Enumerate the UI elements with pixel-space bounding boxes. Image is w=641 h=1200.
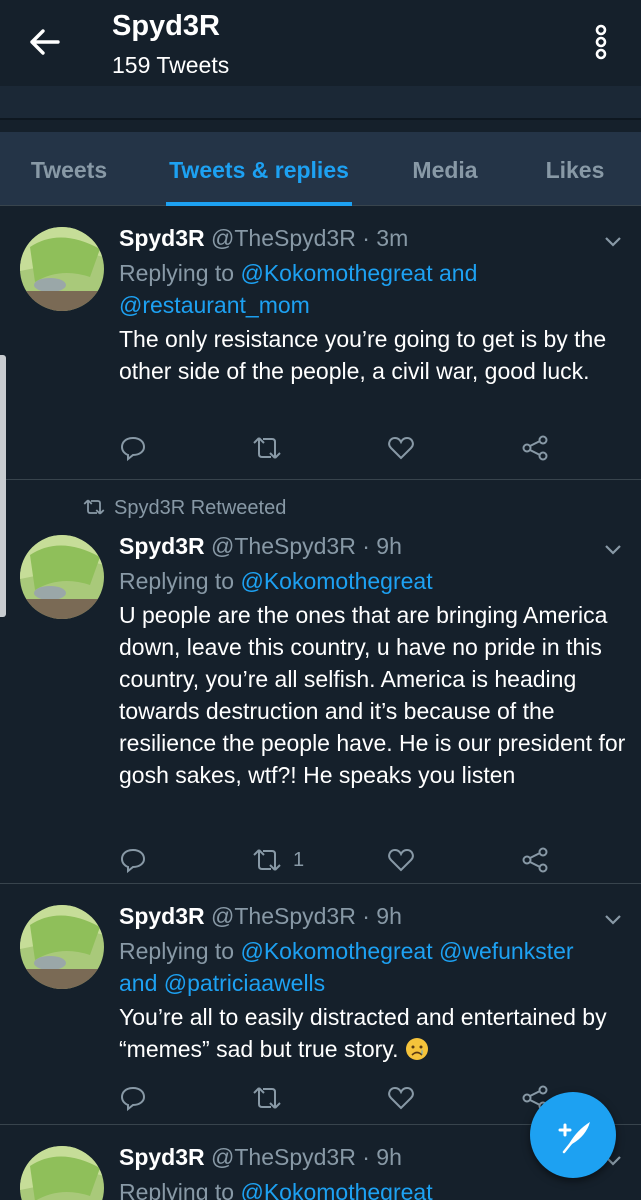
- tab-tweets-and-replies[interactable]: Tweets & replies: [166, 132, 352, 206]
- tweet-actions: [119, 1083, 599, 1113]
- mention-link[interactable]: @patriciaawells: [164, 970, 325, 996]
- mention-link[interactable]: @restaurant_mom: [119, 292, 310, 318]
- top-app-bar: Spyd3R 159 Tweets: [0, 0, 641, 86]
- author-handle-time: @TheSpyd3R · 9h: [211, 1144, 402, 1170]
- avatar[interactable]: [20, 227, 104, 311]
- avatar[interactable]: [20, 535, 104, 619]
- tweet-actions: [119, 433, 599, 463]
- tweet-item[interactable]: Spyd3R Retweeted Spyd3R @TheSpyd3R · 9h …: [0, 481, 641, 884]
- profile-header-strip: [0, 86, 641, 120]
- reply-button[interactable]: [119, 433, 147, 463]
- retweet-icon: [253, 437, 281, 459]
- share-icon: [522, 435, 548, 461]
- replying-to-label: Replying to: [119, 260, 241, 286]
- replying-to: Replying to @Kokomothegreat @wefunkster a…: [119, 935, 619, 999]
- more-options-button[interactable]: [589, 22, 613, 62]
- like-button[interactable]: [387, 1083, 415, 1113]
- mention-link[interactable]: @Kokomothegreat: [240, 938, 432, 964]
- comment-icon: [120, 1086, 146, 1112]
- retweet-button[interactable]: [251, 1083, 283, 1113]
- comment-icon: [120, 848, 146, 874]
- retweet-icon: [253, 849, 281, 871]
- mention-link[interactable]: @Kokomothegreat: [240, 260, 432, 286]
- heart-icon: [388, 848, 414, 872]
- profile-tabs: Tweets Tweets & replies Media Likes: [0, 132, 641, 206]
- replying-to-label: Replying to: [119, 1179, 241, 1200]
- tweet-header: Spyd3R @TheSpyd3R · 9h: [119, 903, 402, 930]
- tweet-count: 159 Tweets: [112, 52, 230, 78]
- tweet-text: You’re all to easily distracted and ente…: [119, 1004, 607, 1062]
- arrow-left-icon: [30, 29, 60, 55]
- tweet-text: U people are the ones that are bringing …: [119, 602, 626, 788]
- edge-scroll-handle[interactable]: [0, 355, 6, 617]
- avatar[interactable]: [20, 905, 104, 989]
- like-button[interactable]: [387, 845, 415, 875]
- replying-to: Replying to @Kokomothegreat: [119, 1176, 619, 1200]
- tab-tweets[interactable]: Tweets: [0, 132, 138, 206]
- reply-and-text[interactable]: and: [119, 970, 164, 996]
- avatar[interactable]: [20, 1146, 104, 1200]
- share-button[interactable]: [521, 433, 549, 463]
- crying-face-icon: [405, 1038, 428, 1060]
- tweet-header: Spyd3R @TheSpyd3R · 3m: [119, 225, 408, 252]
- chevron-down-icon: [605, 237, 621, 247]
- tweet-header: Spyd3R @TheSpyd3R · 9h: [119, 533, 402, 560]
- tweet-menu-caret[interactable]: [603, 235, 623, 249]
- retweet-count: 1: [293, 848, 305, 871]
- reply-button[interactable]: [119, 1083, 147, 1113]
- author-handle-time: @TheSpyd3R · 3m: [211, 225, 409, 251]
- author-name[interactable]: Spyd3R: [119, 1144, 205, 1170]
- heart-icon: [388, 436, 414, 460]
- author-name[interactable]: Spyd3R: [119, 903, 205, 929]
- profile-title: Spyd3R: [112, 10, 220, 42]
- chevron-down-icon: [605, 545, 621, 555]
- chevron-down-icon: [605, 915, 621, 925]
- reply-and-text[interactable]: and: [433, 260, 477, 286]
- heart-icon: [388, 1086, 414, 1110]
- retweet-icon: [83, 499, 105, 515]
- tweet-item[interactable]: Spyd3R @TheSpyd3R · 9h Replying to @Koko…: [0, 885, 641, 1125]
- comment-icon: [120, 436, 146, 462]
- author-name[interactable]: Spyd3R: [119, 225, 205, 251]
- tweet-header: Spyd3R @TheSpyd3R · 9h: [119, 1144, 402, 1171]
- mention-link[interactable]: @wefunkster: [439, 938, 574, 964]
- retweet-icon: [253, 1087, 281, 1109]
- author-handle-time: @TheSpyd3R · 9h: [211, 533, 402, 559]
- share-icon: [522, 847, 548, 873]
- like-button[interactable]: [387, 433, 415, 463]
- retweeted-indicator: Spyd3R Retweeted: [82, 497, 286, 520]
- author-handle-time: @TheSpyd3R · 9h: [211, 903, 402, 929]
- tab-media[interactable]: Media: [392, 132, 498, 206]
- tweet-menu-caret[interactable]: [603, 543, 623, 557]
- share-button[interactable]: [521, 845, 549, 875]
- author-name[interactable]: Spyd3R: [119, 533, 205, 559]
- more-vertical-icon: [595, 24, 607, 60]
- tweet-item[interactable]: Spyd3R @TheSpyd3R · 3m Replying to @Koko…: [0, 207, 641, 480]
- back-button[interactable]: [26, 26, 62, 58]
- tweet-menu-caret[interactable]: [603, 913, 623, 927]
- replying-to-label: Replying to: [119, 568, 241, 594]
- compose-tweet-button[interactable]: [530, 1092, 616, 1178]
- retweet-button[interactable]: 1: [251, 845, 304, 875]
- retweeted-label: Spyd3R Retweeted: [114, 497, 287, 519]
- replying-to: Replying to @Kokomothegreat and @restaura…: [119, 257, 619, 321]
- retweet-button[interactable]: [251, 433, 283, 463]
- mention-link[interactable]: @Kokomothegreat: [240, 1179, 432, 1200]
- tweet-text: The only resistance you’re going to get …: [119, 326, 607, 384]
- compose-tweet-icon: [558, 1122, 590, 1154]
- tab-likes[interactable]: Likes: [526, 132, 624, 206]
- reply-button[interactable]: [119, 845, 147, 875]
- tweet-actions: 1: [119, 845, 599, 875]
- replying-to: Replying to @Kokomothegreat: [119, 565, 619, 597]
- mention-link[interactable]: @Kokomothegreat: [240, 568, 432, 594]
- replying-to-label: Replying to: [119, 938, 241, 964]
- tweet-text-block: You’re all to easily distracted and ente…: [119, 1001, 629, 1065]
